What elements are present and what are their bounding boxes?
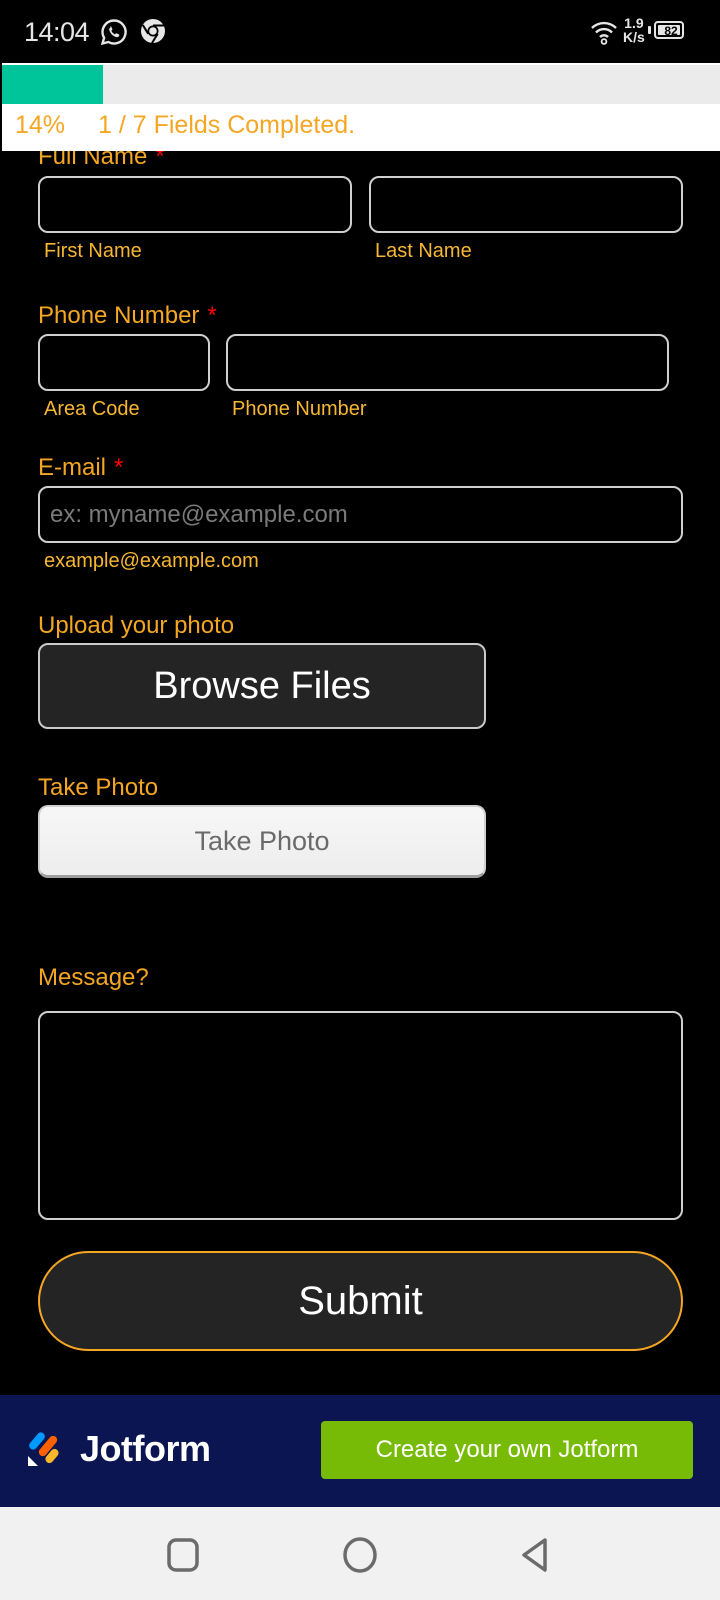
phone-label-text: Phone Number [38, 302, 200, 329]
area-code-input[interactable] [38, 334, 210, 391]
required-mark: * [207, 302, 217, 329]
take-photo-label: Take Photo [38, 774, 159, 801]
network-speed: 1.9 K/s [623, 16, 645, 44]
jotform-logo-icon [28, 1432, 59, 1466]
status-bar: 14:04 1.9 K/s 82 [0, 0, 720, 64]
battery-level: 82 [664, 24, 678, 38]
email-label: E-mail * [38, 454, 123, 482]
message-textarea[interactable] [38, 1011, 683, 1220]
last-name-sublabel: Last Name [375, 240, 472, 262]
last-name-input[interactable] [369, 176, 683, 233]
progress-header: 14% 1 / 7 Fields Completed. [2, 63, 720, 151]
progress-fill [2, 65, 103, 104]
create-jotform-button[interactable]: Create your own Jotform [321, 1421, 693, 1479]
first-name-sublabel: First Name [44, 240, 142, 262]
phone-number-input[interactable] [226, 334, 669, 391]
progress-text: 14% 1 / 7 Fields Completed. [15, 111, 355, 140]
whatsapp-icon [100, 19, 127, 46]
browse-files-button[interactable]: Browse Files [38, 643, 486, 729]
jotform-brand-name[interactable]: Jotform [80, 1428, 211, 1470]
first-name-input[interactable] [38, 176, 352, 233]
recents-icon[interactable] [166, 1537, 202, 1573]
email-sublabel: example@example.com [44, 550, 259, 572]
chrome-icon [141, 19, 165, 44]
required-mark: * [114, 454, 124, 481]
status-time: 14:04 [24, 17, 90, 47]
phone-number-sublabel: Phone Number [232, 398, 367, 420]
message-label: Message? [38, 964, 149, 991]
take-photo-button[interactable]: Take Photo [38, 805, 486, 878]
progress-fields-count: 1 / 7 Fields Completed. [98, 111, 356, 139]
jotform-banner: Jotform Create your own Jotform [0, 1395, 720, 1507]
phone-label: Phone Number * [38, 302, 217, 330]
home-icon[interactable] [340, 1537, 380, 1573]
email-label-text: E-mail [38, 454, 107, 481]
net-speed-value: 1.9 [624, 15, 644, 31]
submit-button[interactable]: Submit [38, 1251, 683, 1351]
system-nav-bar [0, 1507, 720, 1600]
email-input[interactable] [38, 486, 683, 543]
area-code-sublabel: Area Code [44, 398, 140, 420]
upload-label: Upload your photo [38, 612, 235, 639]
net-speed-unit: K/s [623, 29, 645, 45]
progress-percent: 14% [15, 111, 66, 139]
back-icon[interactable] [518, 1537, 554, 1573]
wifi-icon [591, 21, 617, 45]
progress-bar [2, 65, 720, 104]
